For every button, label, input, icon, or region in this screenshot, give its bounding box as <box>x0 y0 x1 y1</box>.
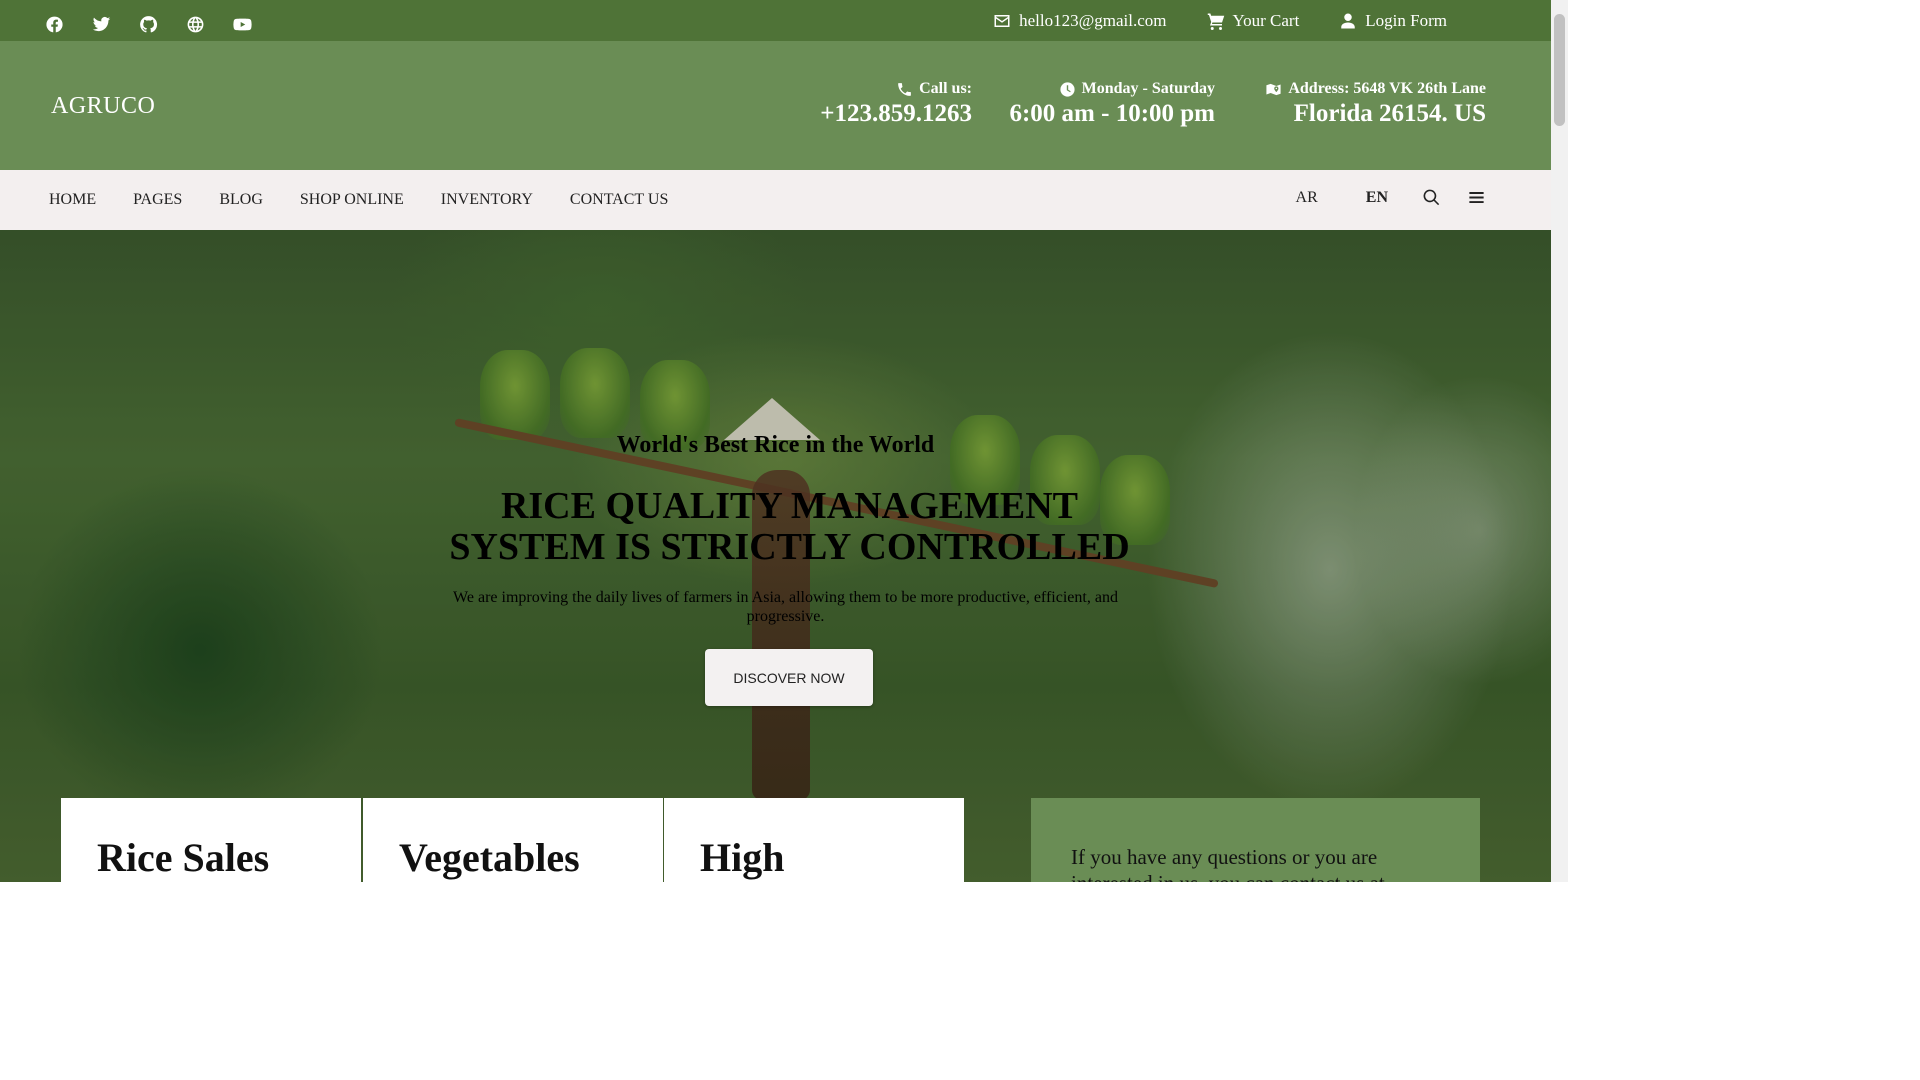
scrollbar-thumb[interactable] <box>1554 14 1565 126</box>
clock-icon <box>1060 81 1075 97</box>
user-icon <box>1341 13 1356 29</box>
nav-item-home[interactable]: HOME <box>49 191 96 209</box>
call-value[interactable]: +123.859.1263 <box>820 100 972 128</box>
twitter-icon[interactable] <box>91 14 111 34</box>
call-info: Call us: +123.859.1263 <box>820 80 972 128</box>
map-marker-icon <box>1266 83 1281 95</box>
nav-menu: HOME PAGES BLOG SHOP ONLINE INVENTORY CO… <box>49 191 668 209</box>
hours-info: Monday - Saturday 6:00 am - 10:00 pm <box>1009 80 1215 128</box>
service-card-title: Rice Sales <box>97 835 270 880</box>
contact-box: If you have any questions or you are int… <box>1031 798 1480 882</box>
hours-label: Monday - Saturday <box>1081 80 1215 97</box>
address-value: Florida 26154. US <box>1293 100 1486 127</box>
nav-item-contact-us[interactable]: CONTACT US <box>570 191 668 209</box>
nav-item-pages[interactable]: PAGES <box>133 191 182 209</box>
service-card-title: Vegetables <box>399 835 580 880</box>
social-links <box>44 14 279 34</box>
nav-item-shop-online[interactable]: SHOP ONLINE <box>300 191 404 209</box>
nav-item-blog[interactable]: BLOG <box>219 191 263 209</box>
hero-title-line: RICE QUALITY MANAGEMENT <box>500 485 1079 527</box>
hero-title: RICE QUALITY MANAGEMENT SYSTEM IS STRICT… <box>0 486 1551 568</box>
cart-link[interactable]: Your Cart <box>1207 11 1300 31</box>
search-icon[interactable] <box>1422 188 1441 207</box>
hero-banner: World's Best Rice in the World RICE QUAL… <box>0 230 1551 882</box>
service-card[interactable]: Vegetables <box>363 798 663 882</box>
nav-right: AR EN <box>1296 188 1486 207</box>
lang-en-button[interactable]: EN <box>1366 189 1388 207</box>
hero-title-line: SYSTEM IS STRICTLY CONTROLLED <box>449 526 1130 568</box>
discover-now-button[interactable]: DISCOVER NOW <box>705 649 873 706</box>
top-bar: hello123@gmail.com Your Cart Login Form <box>0 0 1551 41</box>
phone-icon <box>898 82 911 96</box>
hero-subtitle: World's Best Rice in the World <box>616 432 935 458</box>
service-card-title: High <box>700 835 785 880</box>
globe-icon[interactable] <box>185 14 205 34</box>
main-nav: HOME PAGES BLOG SHOP ONLINE INVENTORY CO… <box>0 170 1551 230</box>
email-link[interactable]: hello123@gmail.com <box>993 11 1167 31</box>
site-logo[interactable]: AGRUCO <box>51 93 155 120</box>
menu-icon[interactable] <box>1467 188 1486 207</box>
contact-box-text: If you have any questions or you are int… <box>1071 845 1385 882</box>
service-card[interactable]: Rice Sales <box>61 798 361 882</box>
cart-icon <box>1207 13 1224 30</box>
login-text: Login Form <box>1365 11 1447 30</box>
call-label: Call us: <box>919 80 972 97</box>
address-info: Address: 5648 VK 26th Lane Florida 26154… <box>1265 80 1486 128</box>
hero-description: We are improving the daily lives of farm… <box>453 589 1118 625</box>
envelope-icon <box>994 15 1010 27</box>
email-text: hello123@gmail.com <box>1019 11 1167 30</box>
login-link[interactable]: Login Form <box>1339 11 1447 31</box>
github-icon[interactable] <box>138 14 158 34</box>
hours-value: 6:00 am - 10:00 pm <box>1009 100 1215 127</box>
address-label: Address: 5648 VK 26th Lane <box>1288 80 1486 97</box>
facebook-icon[interactable] <box>44 14 64 34</box>
page-scrollbar[interactable] <box>1551 0 1568 882</box>
nav-item-inventory[interactable]: INVENTORY <box>441 191 533 209</box>
youtube-icon[interactable] <box>232 14 252 34</box>
lang-ar-button[interactable]: AR <box>1296 189 1318 207</box>
top-links: hello123@gmail.com Your Cart Login Form <box>993 11 1447 31</box>
service-card[interactable]: High <box>664 798 964 882</box>
cart-text: Your Cart <box>1232 11 1300 30</box>
site-header: AGRUCO Call us: +123.859.1263 Monday - S… <box>0 41 1551 170</box>
